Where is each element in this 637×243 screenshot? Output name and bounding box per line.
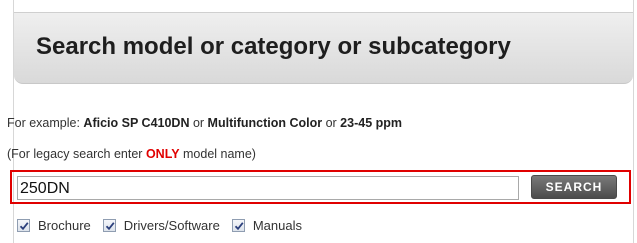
drivers-software-checkbox[interactable] xyxy=(102,218,116,232)
panel-header: Search model or category or subcategory xyxy=(14,12,633,84)
search-button[interactable]: SEARCH xyxy=(531,175,617,199)
filter-checkboxes: Brochure Drivers/Software Manuals xyxy=(17,216,314,234)
filter-manuals[interactable]: Manuals xyxy=(231,217,302,233)
legacy-prefix: (For legacy search enter xyxy=(7,147,146,161)
filter-drivers-software[interactable]: Drivers/Software xyxy=(102,217,220,233)
brochure-checkbox[interactable] xyxy=(17,218,30,232)
drivers-software-label: Drivers/Software xyxy=(123,217,220,233)
hint-example-subcategory: 23-45 ppm xyxy=(340,116,403,130)
hint-or: or xyxy=(322,116,341,130)
legacy-emphasis: ONLY xyxy=(145,147,180,161)
checkmark-icon xyxy=(234,221,244,230)
legacy-search-note: (For legacy search enter ONLY model name… xyxy=(7,147,256,161)
search-input[interactable] xyxy=(17,176,519,200)
manuals-label: Manuals xyxy=(252,217,302,233)
brochure-label: Brochure xyxy=(38,217,91,233)
manuals-checkbox[interactable] xyxy=(231,218,245,232)
checkmark-icon xyxy=(105,221,115,230)
hint-or: or xyxy=(189,116,208,130)
hint-example-category: Multifunction Color xyxy=(207,116,323,130)
search-example-hint: For example: Aficio SP C410DN or Multifu… xyxy=(7,116,402,130)
page-title: Search model or category or subcategory xyxy=(36,33,511,60)
hint-prefix: For example: xyxy=(7,116,84,130)
checkmark-icon xyxy=(19,221,29,230)
hint-example-model: Aficio SP C410DN xyxy=(83,116,190,130)
filter-brochure[interactable]: Brochure xyxy=(17,218,91,233)
legacy-suffix: model name) xyxy=(179,147,256,161)
